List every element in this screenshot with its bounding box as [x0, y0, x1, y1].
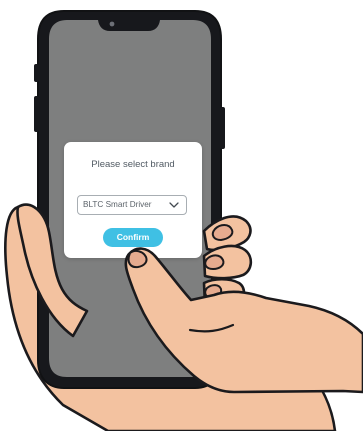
finger-nail-third — [204, 284, 223, 300]
finger-nail-second — [204, 254, 225, 271]
finger-nail-top — [211, 224, 234, 242]
confirm-button-label: Confirm — [116, 232, 150, 242]
confirm-button[interactable]: Confirm — [103, 228, 163, 247]
dialog-title: Please select brand — [91, 159, 175, 170]
phone-button-left — [34, 64, 39, 82]
illustration-stage: Please select brand BLTC Smart Driver Co… — [0, 0, 363, 431]
select-brand-dialog: Please select brand BLTC Smart Driver Co… — [64, 142, 202, 258]
brand-select-value: BLTC Smart Driver — [83, 200, 152, 209]
chevron-down-icon — [169, 202, 179, 208]
phone-button-right — [220, 107, 225, 149]
front-camera-icon — [109, 21, 115, 27]
brand-select[interactable]: BLTC Smart Driver — [77, 195, 187, 215]
phone-button-left-lower — [34, 96, 39, 132]
